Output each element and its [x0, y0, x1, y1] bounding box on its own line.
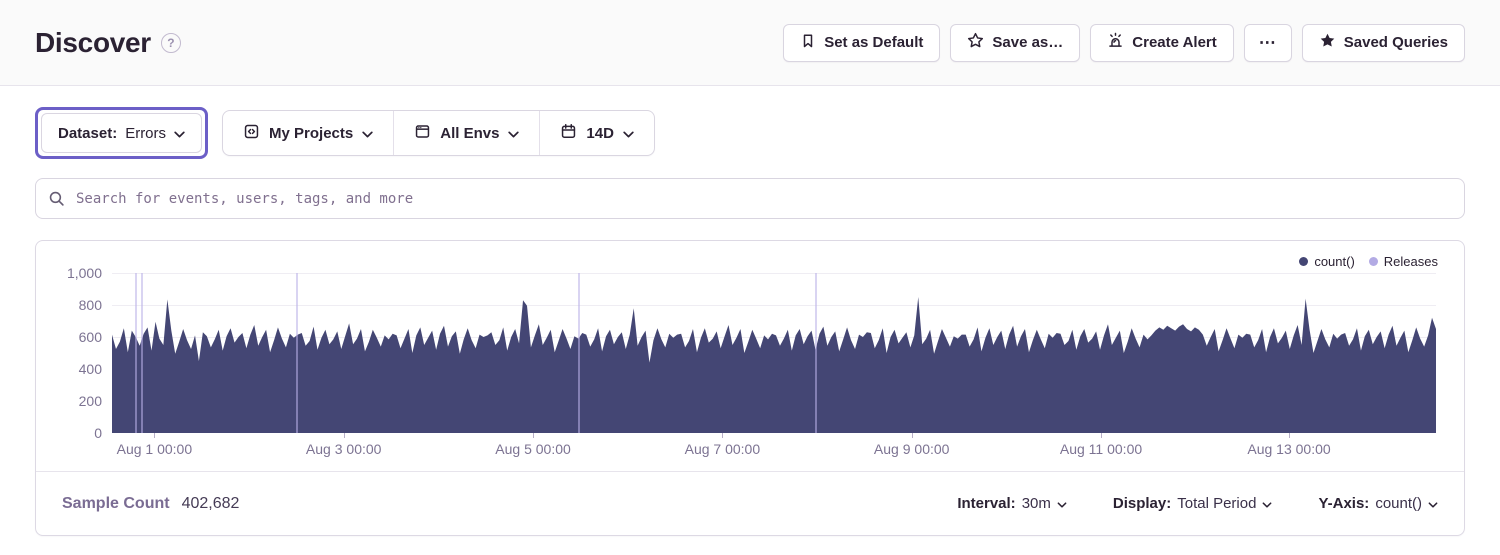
legend-releases-label: Releases: [1384, 254, 1438, 269]
saved-queries-label: Saved Queries: [1344, 34, 1448, 51]
dataset-highlight-ring: Dataset: Errors: [35, 107, 208, 159]
chart-card: count() Releases 0 200 400 600 800 1,000 Aug …: [35, 240, 1465, 536]
x-axis-label: Aug 1 00:00: [117, 441, 193, 457]
x-axis-label: Aug 5 00:00: [495, 441, 571, 457]
x-axis-track: Aug 1 00:00 Aug 3 00:00 Aug 5 00:00 Aug 7 0…: [112, 433, 1436, 469]
date-range-label: 14D: [586, 125, 614, 142]
sample-count-value: 402,682: [182, 495, 240, 513]
y-axis-label: 600: [79, 330, 102, 344]
sample-count-label: Sample Count: [62, 495, 170, 513]
interval-value: 30m: [1022, 495, 1051, 512]
chevron-down-icon: [508, 125, 519, 142]
footer-controls: Interval: 30m Display: Total Period: [957, 495, 1438, 512]
environments-filter-label: All Envs: [440, 125, 499, 142]
bookmark-icon: [800, 33, 816, 53]
legend-item-count[interactable]: count(): [1299, 254, 1354, 269]
chevron-down-icon: [362, 125, 373, 142]
legend-item-releases[interactable]: Releases: [1369, 254, 1438, 269]
header-actions: Set as Default Save as… Create Alert ⋯ S…: [783, 24, 1465, 62]
x-axis-tick: [1289, 433, 1290, 438]
yaxis-dropdown[interactable]: Y-Axis: count(): [1318, 495, 1438, 512]
set-as-default-button[interactable]: Set as Default: [783, 24, 940, 62]
area-chart-svg: [112, 273, 1436, 433]
releases-dot: [1369, 257, 1378, 266]
chart-body: 02004006008001,000: [36, 273, 1464, 433]
create-alert-label: Create Alert: [1132, 34, 1216, 51]
star-outline-icon: [967, 32, 984, 53]
ellipsis-icon: ⋯: [1259, 33, 1277, 53]
projects-filter-label: My Projects: [269, 125, 353, 142]
projects-filter-button[interactable]: My Projects: [223, 111, 393, 155]
count-series-dot: [1299, 257, 1308, 266]
create-alert-button[interactable]: Create Alert: [1090, 24, 1233, 62]
more-options-button[interactable]: ⋯: [1244, 24, 1292, 62]
window-icon: [414, 123, 431, 144]
y-axis-label: 200: [79, 394, 102, 408]
save-as-button[interactable]: Save as…: [950, 24, 1080, 62]
x-axis-label: Aug 13 00:00: [1247, 441, 1330, 457]
y-axis: 02004006008001,000: [50, 273, 112, 433]
search-input[interactable]: [35, 178, 1465, 219]
page-header: Discover ? Set as Default Save as… Creat…: [0, 0, 1500, 86]
sample-count: Sample Count 402,682: [62, 495, 239, 513]
y-axis-label: 800: [79, 298, 102, 312]
release-line-marker[interactable]: [135, 273, 137, 433]
count-series-area: [112, 297, 1436, 433]
y-axis-label: 0: [94, 426, 102, 440]
page-title: Discover: [35, 27, 151, 59]
plot-area[interactable]: [112, 273, 1436, 433]
chevron-down-icon: [1262, 495, 1272, 512]
y-axis-label: 400: [79, 362, 102, 376]
save-as-label: Save as…: [992, 34, 1063, 51]
chevron-down-icon: [1428, 495, 1438, 512]
saved-queries-button[interactable]: Saved Queries: [1302, 24, 1465, 62]
search-bar: [35, 178, 1465, 219]
chevron-down-icon: [623, 125, 634, 142]
dataset-label: Dataset:: [58, 125, 117, 142]
legend-count-label: count(): [1314, 254, 1354, 269]
x-axis-label: Aug 9 00:00: [874, 441, 950, 457]
x-axis-tick: [912, 433, 913, 438]
y-axis-label: 1,000: [67, 266, 102, 280]
yaxis-label: Y-Axis:: [1318, 495, 1369, 512]
x-axis-tick: [722, 433, 723, 438]
set-as-default-label: Set as Default: [824, 34, 923, 51]
star-filled-icon: [1319, 32, 1336, 53]
x-axis-tick: [1101, 433, 1102, 438]
interval-dropdown[interactable]: Interval: 30m: [957, 495, 1067, 512]
environments-filter-button[interactable]: All Envs: [394, 111, 539, 155]
yaxis-value: count(): [1375, 495, 1422, 512]
x-axis-tick: [344, 433, 345, 438]
release-line-marker[interactable]: [578, 273, 580, 433]
filter-row: Dataset: Errors My Projects All Envs: [35, 107, 1465, 159]
x-axis-tick: [533, 433, 534, 438]
x-axis: Aug 1 00:00 Aug 3 00:00 Aug 5 00:00 Aug 7 0…: [36, 433, 1464, 469]
x-axis-tick: [154, 433, 155, 438]
chart-footer: Sample Count 402,682 Interval: 30m Displ…: [36, 472, 1464, 535]
x-axis-label: Aug 11 00:00: [1060, 441, 1142, 457]
release-line-marker[interactable]: [141, 273, 143, 433]
help-icon[interactable]: ?: [161, 33, 181, 53]
dataset-select-button[interactable]: Dataset: Errors: [41, 113, 202, 153]
chart-legend: count() Releases: [36, 241, 1464, 273]
release-line-marker[interactable]: [815, 273, 817, 433]
x-axis-label: Aug 7 00:00: [685, 441, 761, 457]
page-filter-group: My Projects All Envs 14D: [222, 110, 655, 156]
interval-label: Interval:: [957, 495, 1015, 512]
siren-icon: [1107, 32, 1124, 53]
display-dropdown[interactable]: Display: Total Period: [1113, 495, 1273, 512]
display-label: Display:: [1113, 495, 1171, 512]
chevron-down-icon: [174, 125, 185, 142]
date-range-button[interactable]: 14D: [540, 111, 654, 155]
x-axis-label: Aug 3 00:00: [306, 441, 382, 457]
display-value: Total Period: [1177, 495, 1256, 512]
dataset-value: Errors: [125, 125, 166, 142]
release-line-marker[interactable]: [296, 273, 298, 433]
chevron-down-icon: [1057, 495, 1067, 512]
projects-icon: [243, 123, 260, 144]
calendar-icon: [560, 123, 577, 144]
